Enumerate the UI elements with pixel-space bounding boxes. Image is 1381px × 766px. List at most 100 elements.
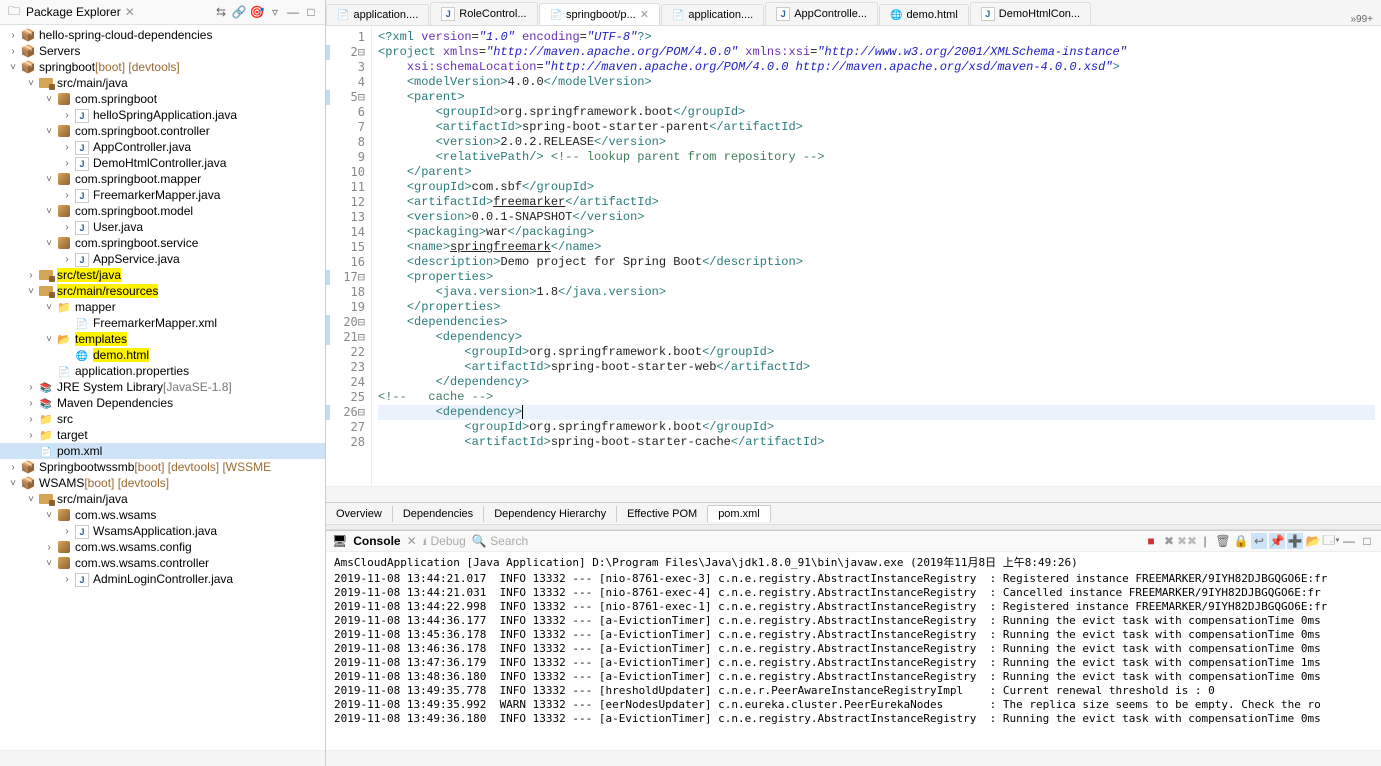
new-console-icon[interactable]: 🗔▾ — [1323, 533, 1339, 549]
tree-item[interactable]: ˅mapper — [0, 299, 325, 315]
code-line[interactable]: <dependency> — [378, 330, 1375, 345]
tree-item[interactable]: ˅src/main/java — [0, 75, 325, 91]
minimize-icon[interactable]: — — [285, 4, 301, 20]
terminate-icon[interactable]: ■ — [1143, 533, 1159, 549]
expand-arrow-icon[interactable]: › — [60, 574, 74, 585]
expand-arrow-icon[interactable]: ˅ — [42, 126, 56, 137]
code-line[interactable]: </properties> — [378, 300, 1375, 315]
tree-item[interactable]: ›src — [0, 411, 325, 427]
code-line[interactable]: <properties> — [378, 270, 1375, 285]
tree-item[interactable]: ˅📦WSAMS [boot] [devtools] — [0, 475, 325, 491]
focus-icon[interactable]: 🎯 — [249, 4, 265, 20]
expand-arrow-icon[interactable]: › — [24, 382, 38, 393]
remove-all-icon[interactable]: ✖✖ — [1179, 533, 1195, 549]
code-line[interactable]: <artifactId>freemarker</artifactId> — [378, 195, 1375, 210]
editor-tab[interactable]: application.... — [326, 4, 429, 25]
code-line[interactable]: <artifactId>spring-boot-starter-cache</a… — [378, 435, 1375, 450]
expand-arrow-icon[interactable]: › — [42, 542, 56, 553]
display-view-icon[interactable]: ➕ — [1287, 533, 1303, 549]
pom-tab[interactable]: Dependency Hierarchy — [484, 506, 617, 522]
tree-item[interactable]: ›📦Servers — [0, 43, 325, 59]
code-line[interactable]: xsi:schemaLocation="http://maven.apache.… — [378, 60, 1375, 75]
expand-arrow-icon[interactable]: › — [60, 254, 74, 265]
expand-arrow-icon[interactable]: › — [60, 110, 74, 121]
code-line[interactable]: <version>2.0.2.RELEASE</version> — [378, 135, 1375, 150]
code-line[interactable]: <artifactId>spring-boot-starter-parent</… — [378, 120, 1375, 135]
tree-item[interactable]: ›📦hello-spring-cloud-dependencies — [0, 27, 325, 43]
expand-arrow-icon[interactable]: › — [24, 414, 38, 425]
expand-arrow-icon[interactable]: › — [6, 30, 20, 41]
code-line[interactable]: <project xmlns="http://maven.apache.org/… — [378, 45, 1375, 60]
tree-item[interactable]: ›AdminLoginController.java — [0, 571, 325, 587]
tree-item[interactable]: ›JRE System Library [JavaSE-1.8] — [0, 379, 325, 395]
tree-item[interactable]: ›src/test/java — [0, 267, 325, 283]
tree-item[interactable]: ˅com.springboot — [0, 91, 325, 107]
expand-arrow-icon[interactable]: ˅ — [42, 174, 56, 185]
open-console-icon[interactable]: 📂 — [1305, 533, 1321, 549]
expand-arrow-icon[interactable]: › — [6, 46, 20, 57]
expand-arrow-icon[interactable]: › — [60, 222, 74, 233]
expand-arrow-icon[interactable]: ˅ — [6, 62, 20, 73]
pom-tab[interactable]: Dependencies — [393, 506, 484, 522]
console-h-scrollbar[interactable] — [326, 750, 1381, 766]
tree-item[interactable]: ›User.java — [0, 219, 325, 235]
editor-tab[interactable]: RoleControl... — [430, 2, 537, 25]
tree-item[interactable]: FreemarkerMapper.xml — [0, 315, 325, 331]
code-line[interactable]: <modelVersion>4.0.0</modelVersion> — [378, 75, 1375, 90]
tree-item[interactable]: ˅com.springboot.model — [0, 203, 325, 219]
tree-item[interactable]: ˅com.ws.wsams.controller — [0, 555, 325, 571]
code-line[interactable]: <groupId>org.springframework.boot</group… — [378, 105, 1375, 120]
code-line[interactable]: <relativePath/> <!-- lookup parent from … — [378, 150, 1375, 165]
expand-arrow-icon[interactable]: › — [60, 158, 74, 169]
code-line[interactable]: <version>0.0.1-SNAPSHOT</version> — [378, 210, 1375, 225]
expand-arrow-icon[interactable]: › — [60, 526, 74, 537]
code-line[interactable]: <description>Demo project for Spring Boo… — [378, 255, 1375, 270]
min-icon[interactable]: — — [1341, 533, 1357, 549]
code-line[interactable]: <java.version>1.8</java.version> — [378, 285, 1375, 300]
expand-arrow-icon[interactable]: › — [24, 430, 38, 441]
code-line[interactable]: <groupId>com.sbf</groupId> — [378, 180, 1375, 195]
code-line[interactable]: </dependency> — [378, 375, 1375, 390]
tree-item[interactable]: ›Maven Dependencies — [0, 395, 325, 411]
collapse-all-icon[interactable]: ⇆ — [213, 4, 229, 20]
view-menu-icon[interactable]: ▿ — [267, 4, 283, 20]
maximize-icon[interactable]: □ — [303, 4, 319, 20]
scroll-lock-icon[interactable]: 🔒 — [1233, 533, 1249, 549]
expand-arrow-icon[interactable]: ˅ — [42, 510, 56, 521]
editor-tab[interactable]: AppControlle... — [765, 2, 878, 25]
expand-arrow-icon[interactable]: ˅ — [24, 78, 38, 89]
code-line[interactable]: <groupId>org.springframework.boot</group… — [378, 345, 1375, 360]
tree-item[interactable]: ›helloSpringApplication.java — [0, 107, 325, 123]
close-icon[interactable]: ✕ — [640, 8, 649, 21]
max-icon[interactable]: □ — [1359, 533, 1375, 549]
console-output[interactable]: 2019-11-08 13:44:21.017 INFO 13332 --- [… — [326, 572, 1381, 750]
expand-arrow-icon[interactable]: › — [60, 142, 74, 153]
code-line[interactable]: </parent> — [378, 165, 1375, 180]
expand-arrow-icon[interactable]: ˅ — [24, 286, 38, 297]
tree-item[interactable]: ˅com.springboot.controller — [0, 123, 325, 139]
code-line[interactable]: <dependency> — [378, 405, 1375, 420]
expand-arrow-icon[interactable]: ˅ — [24, 494, 38, 505]
code-line[interactable]: <packaging>war</packaging> — [378, 225, 1375, 240]
tree-item[interactable]: ˅com.springboot.mapper — [0, 171, 325, 187]
tree-item[interactable]: ˅📦springboot [boot] [devtools] — [0, 59, 325, 75]
pom-tab[interactable]: Overview — [326, 506, 393, 522]
horizontal-scrollbar[interactable] — [0, 750, 325, 766]
expand-arrow-icon[interactable]: ˅ — [42, 238, 56, 249]
tree-item[interactable]: application.properties — [0, 363, 325, 379]
tree-item[interactable]: ›AppService.java — [0, 251, 325, 267]
editor-tab[interactable]: springboot/p...✕ — [539, 3, 660, 25]
tree-item[interactable]: ˅templates — [0, 331, 325, 347]
expand-arrow-icon[interactable]: ˅ — [42, 334, 56, 345]
search-view-tab[interactable]: 🔍 Search — [472, 534, 528, 548]
editor-tab[interactable]: demo.html — [879, 4, 969, 25]
editor-tab[interactable]: application.... — [661, 4, 764, 25]
link-editor-icon[interactable]: 🔗 — [231, 4, 247, 20]
expand-arrow-icon[interactable]: › — [6, 462, 20, 473]
code-line[interactable]: <groupId>org.springframework.boot</group… — [378, 420, 1375, 435]
tree-item[interactable]: ›WsamsApplication.java — [0, 523, 325, 539]
tree-item[interactable]: ˅com.springboot.service — [0, 235, 325, 251]
pom-tab[interactable]: Effective POM — [617, 506, 708, 522]
code-line[interactable]: <parent> — [378, 90, 1375, 105]
tree-item[interactable]: ˅src/main/resources — [0, 283, 325, 299]
